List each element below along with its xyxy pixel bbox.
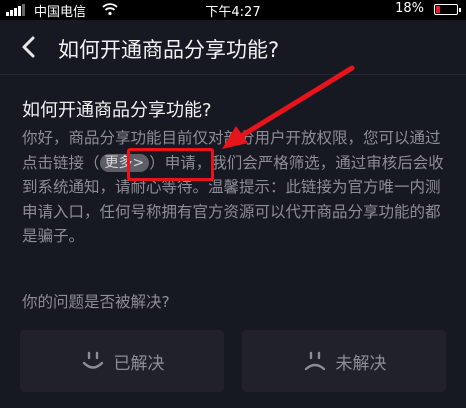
- article-title: 如何开通商品分享功能?: [22, 100, 212, 121]
- feedback-question: 你的问题是否被解决?: [22, 293, 170, 311]
- chevron-left-icon[interactable]: [12, 30, 46, 64]
- annotation-highlight-box: [127, 148, 214, 181]
- article-body: 你好，商品分享功能目前仅对部分用户开放权限，您可以通过点击链接（ 更多> ）申请，我…: [22, 126, 452, 249]
- battery-icon: [434, 4, 461, 15]
- solved-button-label: 已解决: [113, 353, 165, 374]
- battery-percent: 18%: [395, 1, 424, 16]
- smile-face-icon: [82, 351, 103, 369]
- battery-level-fill: [436, 6, 440, 13]
- solved-button[interactable]: 已解决: [20, 330, 224, 392]
- unsolved-button-label: 未解决: [335, 353, 387, 374]
- page-title: 如何开通商品分享功能?: [58, 38, 280, 62]
- status-bar: 中国电信 下午4:27 18%: [0, 0, 466, 20]
- navigation-bar: 如何开通商品分享功能?: [0, 20, 466, 75]
- unsolved-button[interactable]: 未解决: [242, 330, 446, 392]
- sad-face-icon: [304, 351, 325, 371]
